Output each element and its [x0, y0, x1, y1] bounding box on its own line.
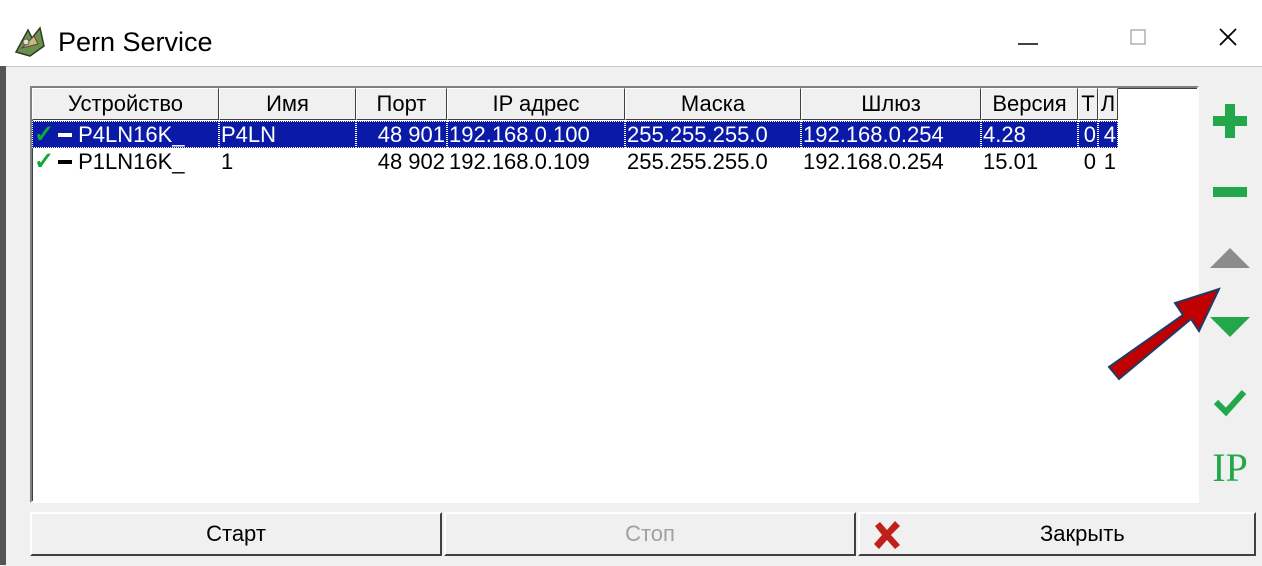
version-cell: 4.28 [981, 121, 1078, 148]
window-title: Pern Service [58, 27, 213, 57]
stop-button[interactable]: Стоп [444, 512, 856, 556]
ip-cell: 192.168.0.100 [447, 121, 625, 148]
maximize-icon [1130, 29, 1146, 45]
gateway-cell: 192.168.0.254 [801, 121, 981, 148]
close-button-label: Закрыть [1040, 521, 1125, 546]
move-up-icon [1210, 248, 1250, 268]
minimize-icon [1018, 43, 1038, 45]
column-header-name[interactable]: Имя [219, 88, 356, 120]
column-header-t[interactable]: Т [1078, 88, 1098, 120]
device-cell: ✓ P1LN16K_ [32, 148, 219, 175]
t-cell: 0 [1083, 149, 1096, 174]
app-icon [10, 22, 58, 62]
window-edge [0, 66, 6, 565]
remove-icon [1213, 187, 1247, 197]
port-cell: 48 901 [356, 121, 447, 148]
column-header-version[interactable]: Версия [981, 88, 1078, 120]
mask-cell: 255.255.255.0 [625, 121, 801, 148]
close-x-icon [874, 521, 900, 549]
minimize-button[interactable] [1000, 14, 1056, 60]
ip-button[interactable]: IP [1205, 442, 1255, 492]
start-button[interactable]: Старт [30, 512, 442, 556]
close-button[interactable]: Закрыть [858, 512, 1256, 556]
check-icon: ✓ [34, 121, 55, 148]
version-cell: 15.01 [983, 149, 1039, 174]
device-name: P4LN16K_ [78, 122, 185, 147]
remove-device-button[interactable] [1205, 167, 1255, 217]
mask-cell: 255.255.255.0 [627, 149, 768, 174]
device-cell: ✓ P4LN16K_ [32, 121, 219, 148]
title-bar: Pern Service [0, 0, 1262, 64]
column-header-device[interactable]: Устройство [32, 88, 219, 120]
name-cell: P4LN [219, 121, 356, 148]
l-cell: 1 [1103, 149, 1116, 174]
check-icon: ✓ [34, 148, 55, 175]
column-header-mask[interactable]: Маска [625, 88, 801, 120]
column-header-gateway[interactable]: Шлюз [801, 88, 981, 120]
t-cell: 0 [1078, 121, 1098, 148]
column-header-ip[interactable]: IP адрес [447, 88, 625, 120]
check-icon [1213, 389, 1247, 417]
dash-icon [58, 159, 73, 164]
add-device-button[interactable] [1205, 96, 1255, 146]
close-window-button[interactable] [1200, 14, 1256, 60]
table-row[interactable]: ✓ P1LN16K_ 1 48 902 192.168.0.109 255.25… [32, 148, 1118, 175]
maximize-button[interactable] [1110, 14, 1166, 60]
table-header: Устройство Имя Порт IP адрес Маска Шлюз … [32, 88, 1118, 120]
add-icon [1213, 104, 1247, 138]
column-header-l[interactable]: Л [1098, 88, 1118, 120]
table-row[interactable]: ✓ P4LN16K_ P4LN 48 901 192.168.0.100 255… [32, 121, 1118, 148]
column-header-port[interactable]: Порт [356, 88, 447, 120]
port-cell: 48 902 [377, 149, 445, 174]
device-table[interactable]: Устройство Имя Порт IP адрес Маска Шлюз … [30, 86, 1199, 503]
device-name: P1LN16K_ [78, 149, 185, 174]
name-cell: 1 [221, 149, 234, 174]
gateway-cell: 192.168.0.254 [803, 149, 944, 174]
dash-icon [58, 132, 73, 137]
annotation-arrow-icon [1107, 287, 1221, 381]
close-icon [1219, 28, 1237, 46]
ip-cell: 192.168.0.109 [449, 149, 590, 174]
l-cell: 4 [1098, 121, 1118, 148]
